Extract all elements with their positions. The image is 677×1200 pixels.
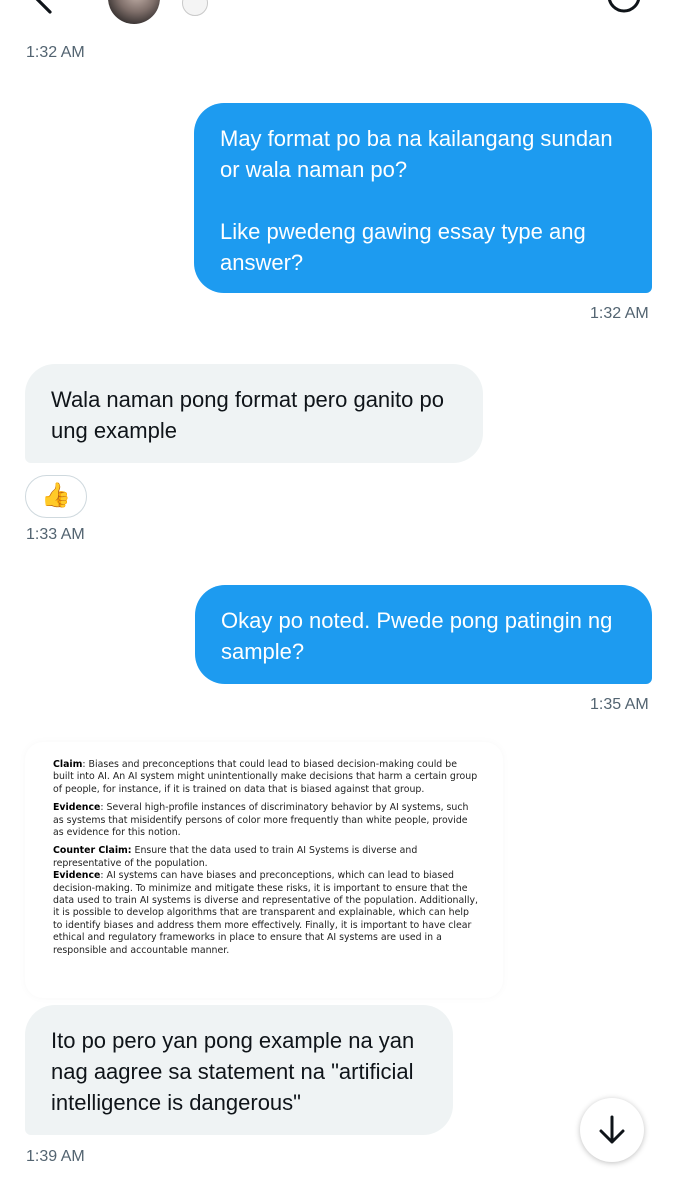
image-attachment[interactable]: Claim: Biases and preconceptions that co…: [25, 742, 503, 998]
scroll-to-bottom-button[interactable]: [580, 1098, 644, 1162]
status-indicator: [182, 0, 208, 16]
info-button[interactable]: [606, 0, 642, 14]
message-timestamp: 1:32 AM: [590, 305, 649, 322]
claim-paragraph: Claim: Biases and preconceptions that co…: [53, 759, 478, 795]
avatar[interactable]: [108, 0, 160, 24]
received-message[interactable]: Ito po pero yan pong example na yan nag …: [25, 1005, 453, 1135]
message-timestamp: 1:33 AM: [26, 526, 85, 543]
info-icon: [607, 0, 641, 13]
reaction-badge[interactable]: 👍: [25, 475, 87, 518]
received-message[interactable]: Wala naman pong format pero ganito po un…: [25, 364, 483, 463]
counter-claim-paragraph: Counter Claim: Ensure that the data used…: [53, 845, 418, 869]
message-timestamp: 1:35 AM: [590, 696, 649, 713]
evidence-paragraph: Evidence: Several high-profile instances…: [53, 802, 469, 839]
sent-message[interactable]: May format po ba na kailangang sundan or…: [194, 103, 652, 293]
thumbs-up-icon: 👍: [41, 482, 71, 509]
message-timestamp: 1:39 AM: [26, 1148, 85, 1165]
message-timestamp: 1:32 AM: [26, 44, 85, 61]
sent-message[interactable]: Okay po noted. Pwede pong patingin ng sa…: [195, 585, 652, 684]
evidence-paragraph: Evidence: AI systems can have biases and…: [53, 870, 478, 956]
back-button[interactable]: [20, 0, 64, 22]
arrow-down-icon: [599, 1115, 625, 1144]
chevron-left-icon: [35, 0, 52, 14]
